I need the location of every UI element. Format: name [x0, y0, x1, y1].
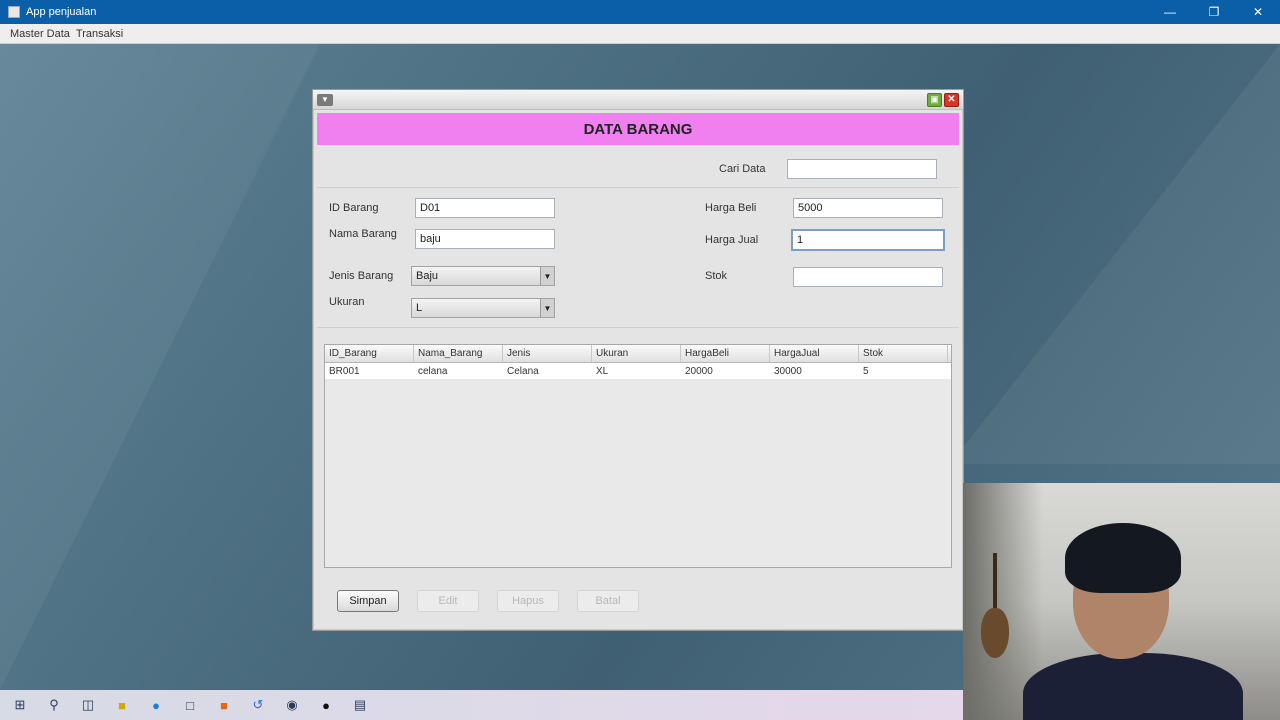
app-title: App penjualan — [26, 6, 97, 18]
menu-transaksi[interactable]: Transaksi — [76, 28, 123, 40]
search-input[interactable] — [787, 159, 937, 179]
frame-maximize-icon[interactable]: ▣ — [927, 92, 942, 107]
search-label: Cari Data — [719, 163, 766, 175]
harga-jual-label: Harga Jual — [705, 234, 759, 246]
person-hair — [1065, 523, 1181, 593]
nama-barang-label: Nama Barang — [329, 228, 397, 240]
harga-beli-label: Harga Beli — [705, 202, 757, 214]
simpan-button[interactable]: Simpan — [337, 590, 399, 612]
task-view-icon[interactable]: ◫ — [78, 695, 98, 715]
batal-button[interactable]: Batal — [577, 590, 639, 612]
table-cell: celana — [418, 365, 448, 377]
ukuran-label: Ukuran — [329, 296, 365, 308]
table-row[interactable]: BR001 celana Celana XL 20000 30000 5 — [325, 363, 951, 379]
app-icon[interactable]: ● — [316, 695, 336, 715]
guitar-icon — [981, 553, 1009, 663]
minimize-button[interactable]: — — [1148, 0, 1192, 24]
table-cell: Celana — [507, 365, 539, 377]
harga-jual-field[interactable] — [791, 229, 945, 251]
column-header[interactable]: Jenis — [503, 345, 592, 362]
data-table[interactable]: ID_Barang Nama_Barang Jenis Ukuran Harga… — [324, 344, 952, 568]
input-form-panel: ID Barang Nama Barang Jenis Barang Baju … — [317, 188, 959, 328]
id-barang-label: ID Barang — [329, 202, 379, 214]
window-controls: — ❐ ✕ — [1148, 0, 1280, 24]
app-titlebar: App penjualan — ❐ ✕ — [0, 0, 1280, 24]
app-icon — [8, 6, 20, 18]
wallpaper-shard — [0, 44, 320, 690]
search-panel: Cari Data — [317, 148, 959, 188]
action-buttons: Simpan Edit Hapus Batal — [337, 590, 639, 612]
person-shirt — [1023, 653, 1243, 720]
column-header[interactable]: HargaJual — [770, 345, 859, 362]
windows-start-icon[interactable]: ⊞ — [10, 695, 30, 715]
column-header[interactable]: Stok — [859, 345, 948, 362]
id-barang-field[interactable] — [415, 198, 555, 218]
ukuran-value: L — [416, 302, 423, 314]
chevron-down-icon[interactable]: ▼ — [540, 267, 554, 285]
nama-barang-field[interactable] — [415, 229, 555, 249]
jenis-barang-label: Jenis Barang — [329, 270, 394, 282]
app-icon[interactable]: ■ — [214, 695, 234, 715]
app-icon[interactable]: ↺ — [248, 695, 268, 715]
form-header: DATA BARANG — [317, 113, 959, 145]
edit-button[interactable]: Edit — [417, 590, 479, 612]
column-header[interactable]: Ukuran — [592, 345, 681, 362]
table-cell: BR001 — [329, 365, 360, 377]
frame-menu-icon[interactable]: ▼ — [317, 93, 333, 106]
column-header[interactable]: HargaBeli — [681, 345, 770, 362]
column-header[interactable]: Nama_Barang — [414, 345, 503, 362]
table-cell: 5 — [863, 365, 869, 377]
taskbar: ⊞ ⚲ ◫ ■ ● □ ■ ↺ ◉ ● ▤ — [0, 690, 963, 720]
menubar: Master Data Transaksi — [0, 24, 1280, 44]
wallpaper-shard — [950, 44, 1280, 464]
folder-icon[interactable]: ■ — [112, 695, 132, 715]
menu-master-data[interactable]: Master Data — [10, 28, 70, 40]
table-cell: XL — [596, 365, 609, 377]
app-icon[interactable]: ◉ — [282, 695, 302, 715]
app-icon[interactable]: □ — [180, 695, 200, 715]
column-header[interactable]: ID_Barang — [325, 345, 414, 362]
jenis-barang-value: Baju — [416, 270, 439, 282]
close-button[interactable]: ✕ — [1236, 0, 1280, 24]
stok-field[interactable] — [793, 267, 943, 287]
stok-label: Stok — [705, 270, 728, 282]
browser-icon[interactable]: ● — [146, 695, 166, 715]
hapus-button[interactable]: Hapus — [497, 590, 559, 612]
frame-titlebar[interactable]: ▼ ▣ ✕ — [313, 90, 963, 110]
data-barang-frame: ▼ ▣ ✕ DATA BARANG Cari Data ID Barang Na… — [312, 89, 964, 631]
frame-close-icon[interactable]: ✕ — [944, 92, 959, 107]
table-header: ID_Barang Nama_Barang Jenis Ukuran Harga… — [325, 345, 951, 363]
maximize-button[interactable]: ❐ — [1192, 0, 1236, 24]
table-cell: 30000 — [774, 365, 802, 377]
form-title: DATA BARANG — [583, 120, 693, 138]
chevron-down-icon[interactable]: ▼ — [540, 299, 554, 317]
harga-beli-field[interactable] — [793, 198, 943, 218]
java-app-icon[interactable]: ▤ — [350, 695, 370, 715]
table-cell: 20000 — [685, 365, 713, 377]
search-icon[interactable]: ⚲ — [44, 695, 64, 715]
webcam-overlay — [963, 483, 1280, 720]
jenis-barang-select[interactable]: Baju ▼ — [411, 266, 555, 286]
ukuran-select[interactable]: L ▼ — [411, 298, 555, 318]
